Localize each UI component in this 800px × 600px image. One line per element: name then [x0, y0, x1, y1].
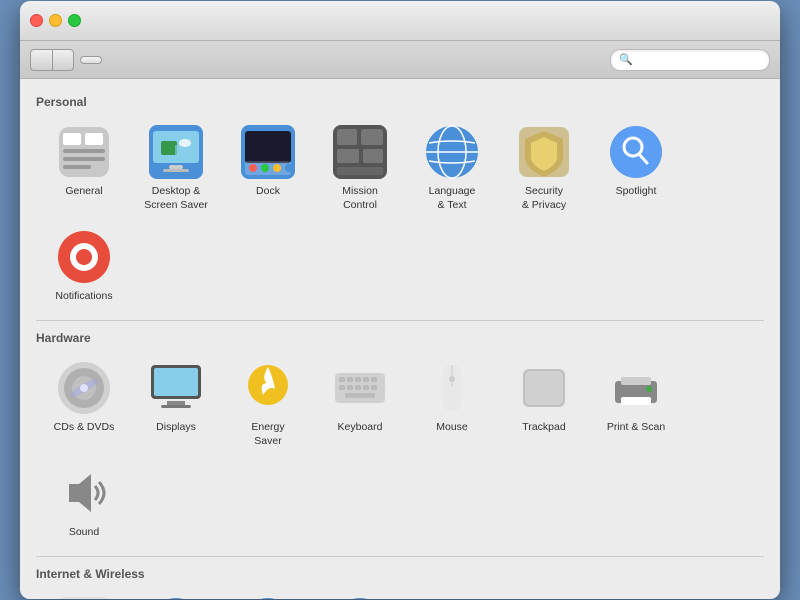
- pref-label-mouse: Mouse: [436, 421, 468, 435]
- forward-button[interactable]: [52, 49, 74, 71]
- pref-item-cds-dvds[interactable]: CDs & DVDs: [40, 353, 128, 454]
- pref-label-notifications: Notifications: [55, 290, 112, 304]
- show-all-button[interactable]: [80, 56, 102, 64]
- pref-icon-print-scan: [607, 359, 665, 417]
- pref-item-energy-saver[interactable]: Energy Saver: [224, 353, 312, 454]
- pref-icon-keyboard: [331, 359, 389, 417]
- pref-item-bluetooth[interactable]: Bluetooth: [316, 589, 404, 599]
- pref-item-trackpad[interactable]: Trackpad: [500, 353, 588, 454]
- pref-icon-icloud: [55, 595, 113, 599]
- system-preferences-window: 🔍 Personal General Desktop & Screen Saver D…: [20, 1, 780, 599]
- pref-label-print-scan: Print & Scan: [607, 421, 665, 435]
- pref-item-sound[interactable]: Sound: [40, 458, 128, 546]
- pref-label-dock: Dock: [256, 185, 280, 199]
- search-icon: 🔍: [619, 53, 633, 66]
- section-title-internet-wireless: Internet & Wireless: [36, 567, 764, 581]
- pref-item-mouse[interactable]: Mouse: [408, 353, 496, 454]
- maximize-button[interactable]: [68, 14, 81, 27]
- pref-label-cds-dvds: CDs & DVDs: [54, 421, 115, 435]
- section-internet-wireless: Internet & Wireless iCloud @Mail, Contacts…: [36, 567, 764, 599]
- pref-item-icloud[interactable]: iCloud: [40, 589, 128, 599]
- pref-item-language-text[interactable]: Language & Text: [408, 117, 496, 218]
- section-hardware: Hardware CDs & DVDs Displays Energy Saver Ke…: [36, 331, 764, 546]
- pref-label-displays: Displays: [156, 421, 196, 435]
- pref-icon-displays: [147, 359, 205, 417]
- pref-label-trackpad: Trackpad: [522, 421, 565, 435]
- icons-grid-personal: General Desktop & Screen Saver Dock Mission…: [36, 117, 764, 310]
- pref-icon-mission-control: [331, 123, 389, 181]
- minimize-button[interactable]: [49, 14, 62, 27]
- pref-icon-spotlight: [607, 123, 665, 181]
- pref-icon-cds-dvds: [55, 359, 113, 417]
- back-button[interactable]: [30, 49, 52, 71]
- pref-item-security-privacy[interactable]: Security & Privacy: [500, 117, 588, 218]
- pref-label-desktop-screen-saver: Desktop & Screen Saver: [144, 185, 208, 212]
- pref-icon-dock: [239, 123, 297, 181]
- pref-icon-language-text: [423, 123, 481, 181]
- pref-label-security-privacy: Security & Privacy: [522, 185, 566, 212]
- pref-icon-desktop-screen-saver: [147, 123, 205, 181]
- pref-item-keyboard[interactable]: Keyboard: [316, 353, 404, 454]
- pref-icon-security-privacy: [515, 123, 573, 181]
- pref-item-general[interactable]: General: [40, 117, 128, 218]
- pref-label-general: General: [65, 185, 102, 199]
- pref-label-energy-saver: Energy Saver: [251, 421, 284, 448]
- pref-item-mail-contacts-calendars[interactable]: @Mail, Contacts & Calendars: [132, 589, 220, 599]
- pref-icon-bluetooth: [331, 595, 389, 599]
- traffic-lights: [30, 14, 81, 27]
- pref-label-keyboard: Keyboard: [338, 421, 383, 435]
- section-divider: [36, 320, 764, 321]
- pref-icon-mouse: [423, 359, 481, 417]
- pref-item-dock[interactable]: Dock: [224, 117, 312, 218]
- section-divider: [36, 556, 764, 557]
- pref-label-mission-control: Mission Control: [342, 185, 378, 212]
- pref-label-sound: Sound: [69, 526, 99, 540]
- section-personal: Personal General Desktop & Screen Saver Doc…: [36, 95, 764, 310]
- nav-buttons: [30, 49, 74, 71]
- pref-item-network[interactable]: Network: [224, 589, 312, 599]
- pref-item-spotlight[interactable]: Spotlight: [592, 117, 680, 218]
- preferences-content: Personal General Desktop & Screen Saver Doc…: [20, 79, 780, 599]
- pref-item-mission-control[interactable]: Mission Control: [316, 117, 404, 218]
- pref-item-desktop-screen-saver[interactable]: Desktop & Screen Saver: [132, 117, 220, 218]
- pref-icon-notifications: [55, 228, 113, 286]
- icons-grid-hardware: CDs & DVDs Displays Energy Saver Keyboard Mo…: [36, 353, 764, 546]
- pref-icon-network: [239, 595, 297, 599]
- section-title-personal: Personal: [36, 95, 764, 109]
- pref-label-spotlight: Spotlight: [616, 185, 657, 199]
- pref-icon-sound: [55, 464, 113, 522]
- pref-icon-trackpad: [515, 359, 573, 417]
- pref-icon-energy-saver: [239, 359, 297, 417]
- pref-icon-general: [55, 123, 113, 181]
- pref-item-print-scan[interactable]: Print & Scan: [592, 353, 680, 454]
- close-button[interactable]: [30, 14, 43, 27]
- pref-item-displays[interactable]: Displays: [132, 353, 220, 454]
- titlebar: [20, 1, 780, 41]
- pref-item-sharing[interactable]: Sharing: [408, 589, 496, 599]
- pref-icon-mail-contacts-calendars: @: [147, 595, 205, 599]
- pref-label-language-text: Language & Text: [429, 185, 476, 212]
- section-title-hardware: Hardware: [36, 331, 764, 345]
- pref-icon-sharing: [423, 595, 481, 599]
- icons-grid-internet-wireless: iCloud @Mail, Contacts & Calendars Network…: [36, 589, 764, 599]
- search-bar[interactable]: 🔍: [610, 49, 770, 71]
- toolbar: 🔍: [20, 41, 780, 79]
- pref-item-notifications[interactable]: Notifications: [40, 222, 128, 310]
